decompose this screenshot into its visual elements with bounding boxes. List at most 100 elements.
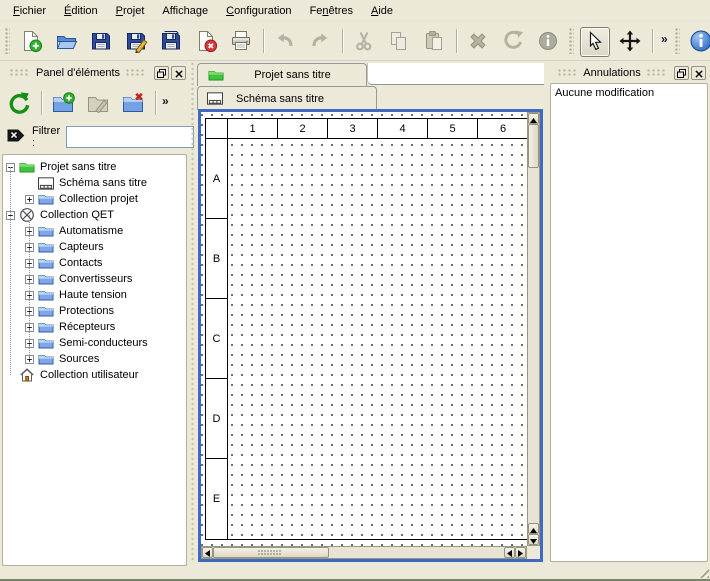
tree-item-collection-qet[interactable]: Collection QET bbox=[3, 207, 186, 223]
panel-overflow-button[interactable]: » bbox=[162, 95, 169, 107]
undo-icon bbox=[273, 29, 297, 56]
tree-item-semi-conducteurs[interactable]: Semi-conducteurs bbox=[3, 335, 186, 351]
tree-item-collection-projet[interactable]: Collection projet bbox=[3, 191, 186, 207]
menu-projet[interactable]: Projet bbox=[107, 1, 154, 21]
dock-handle[interactable] bbox=[647, 69, 666, 77]
save-all-icon bbox=[159, 29, 183, 56]
redo-button[interactable] bbox=[305, 27, 335, 57]
menu-fenetres[interactable]: Fenêtres bbox=[301, 1, 362, 21]
cut-button[interactable] bbox=[349, 27, 379, 57]
tree-item-contacts[interactable]: Contacts bbox=[3, 255, 186, 271]
vertical-scrollbar[interactable] bbox=[527, 112, 540, 546]
tree-item-automatisme[interactable]: Automatisme bbox=[3, 223, 186, 239]
tree-item-label: Collection projet bbox=[59, 193, 138, 205]
project-tab-bar: Projet sans titre bbox=[195, 62, 545, 86]
paste-button[interactable] bbox=[419, 27, 449, 57]
scroll-left-button[interactable] bbox=[504, 547, 515, 558]
delete-category-button[interactable] bbox=[118, 89, 148, 119]
print-button[interactable] bbox=[226, 27, 256, 57]
toolbar-overflow-button[interactable]: » bbox=[661, 33, 668, 45]
undo-button[interactable] bbox=[270, 27, 300, 57]
pan-mode-button[interactable] bbox=[615, 27, 645, 57]
scroll-left-button[interactable] bbox=[202, 547, 213, 558]
tree-item-recepteurs[interactable]: Récepteurs bbox=[3, 319, 186, 335]
close-panel-button[interactable] bbox=[691, 66, 706, 80]
tree-item-haute-tension[interactable]: Haute tension bbox=[3, 287, 186, 303]
toolbar-separator bbox=[342, 29, 343, 53]
scroll-up-button[interactable] bbox=[528, 113, 539, 124]
toolbar-handle[interactable] bbox=[569, 28, 574, 54]
info-blue-icon bbox=[689, 29, 710, 56]
home-icon bbox=[19, 367, 35, 383]
folder-icon bbox=[38, 335, 54, 351]
selection-mode-button[interactable] bbox=[580, 27, 610, 57]
dock-handle[interactable] bbox=[10, 69, 30, 77]
tree-item-capteurs[interactable]: Capteurs bbox=[3, 239, 186, 255]
tree-item-projet-sans-titre[interactable]: Projet sans titre bbox=[3, 159, 186, 175]
delete-x-icon bbox=[466, 29, 490, 56]
filter-input[interactable] bbox=[66, 126, 194, 148]
rotate-icon bbox=[501, 29, 525, 56]
diagram-corner-cell bbox=[206, 119, 228, 139]
horizontal-scrollbar-thumb[interactable] bbox=[213, 547, 329, 558]
tree-item-sources[interactable]: Sources bbox=[3, 351, 186, 367]
menu-fichier[interactable]: Fichier bbox=[4, 1, 55, 21]
scroll-down-button[interactable] bbox=[528, 534, 539, 545]
column-header-4: 4 bbox=[378, 119, 428, 139]
undo-history-list[interactable]: Aucune modification bbox=[550, 83, 708, 562]
tab-schema-sans-titre[interactable]: Schéma sans titre bbox=[197, 86, 377, 110]
properties-button[interactable] bbox=[533, 27, 563, 57]
close-file-button[interactable] bbox=[191, 27, 221, 57]
project-folder-icon bbox=[208, 67, 224, 83]
undo-list-item: Aucune modification bbox=[555, 85, 703, 101]
schema-canvas[interactable]: 123456 ABCDE bbox=[201, 112, 527, 546]
scroll-right-button[interactable] bbox=[515, 547, 526, 558]
float-panel-button[interactable] bbox=[154, 66, 169, 80]
tree-item-schema-sans-titre[interactable]: Schéma sans titre bbox=[3, 175, 186, 191]
save-as-button[interactable] bbox=[121, 27, 151, 57]
toolbar-group: » bbox=[568, 22, 674, 57]
reload-collections-button[interactable] bbox=[4, 89, 34, 119]
new-project-button[interactable] bbox=[16, 27, 46, 57]
tab-projet-sans-titre[interactable]: Projet sans titre bbox=[197, 63, 367, 86]
tree-item-collection-utilisateur[interactable]: Collection utilisateur bbox=[3, 367, 186, 383]
edit-category-button[interactable] bbox=[83, 89, 113, 119]
copy-button[interactable] bbox=[384, 27, 414, 57]
close-panel-button[interactable] bbox=[171, 66, 186, 80]
new-category-button[interactable] bbox=[48, 89, 78, 119]
menu-configuration[interactable]: Configuration bbox=[217, 1, 300, 21]
float-panel-button[interactable] bbox=[674, 66, 689, 80]
open-folder-icon bbox=[54, 29, 78, 56]
vertical-scrollbar-thumb[interactable] bbox=[528, 124, 539, 168]
diagram-frame: 123456 ABCDE bbox=[205, 118, 529, 540]
toolbar-group: » bbox=[4, 84, 175, 119]
open-button[interactable] bbox=[51, 27, 81, 57]
toolbar-separator bbox=[155, 91, 156, 115]
dock-handle[interactable] bbox=[126, 69, 146, 77]
dock-handle[interactable] bbox=[558, 69, 577, 77]
undo-panel-titlebar: Annulations bbox=[548, 62, 710, 84]
column-header-3: 3 bbox=[328, 119, 378, 139]
expander-plus-icon[interactable] bbox=[25, 195, 34, 204]
delete-button[interactable] bbox=[463, 27, 493, 57]
menu-edition[interactable]: Édition bbox=[55, 1, 107, 21]
save-button[interactable] bbox=[86, 27, 116, 57]
tree-item-label: Collection utilisateur bbox=[40, 369, 138, 381]
tree-item-protections[interactable]: Protections bbox=[3, 303, 186, 319]
clear-filter-button[interactable] bbox=[6, 130, 26, 145]
tree-item-convertisseurs[interactable]: Convertisseurs bbox=[3, 271, 186, 287]
column-header-6: 6 bbox=[478, 119, 528, 139]
folder-icon bbox=[38, 223, 54, 239]
horizontal-scrollbar[interactable] bbox=[201, 546, 527, 559]
tree-guide-line bbox=[10, 167, 11, 375]
menu-aide[interactable]: Aide bbox=[362, 1, 402, 21]
menu-bar: FichierÉditionProjetAffichageConfigurati… bbox=[0, 0, 710, 22]
toolbar-handle[interactable] bbox=[5, 28, 10, 54]
schema-view: 123456 ABCDE bbox=[198, 109, 543, 562]
rotate-button[interactable] bbox=[498, 27, 528, 57]
menu-affichage[interactable]: Affichage bbox=[153, 1, 217, 21]
save-all-button[interactable] bbox=[156, 27, 186, 57]
about-button[interactable] bbox=[686, 27, 710, 57]
arrow-right-icon bbox=[518, 545, 523, 560]
toolbar-handle[interactable] bbox=[675, 28, 680, 54]
